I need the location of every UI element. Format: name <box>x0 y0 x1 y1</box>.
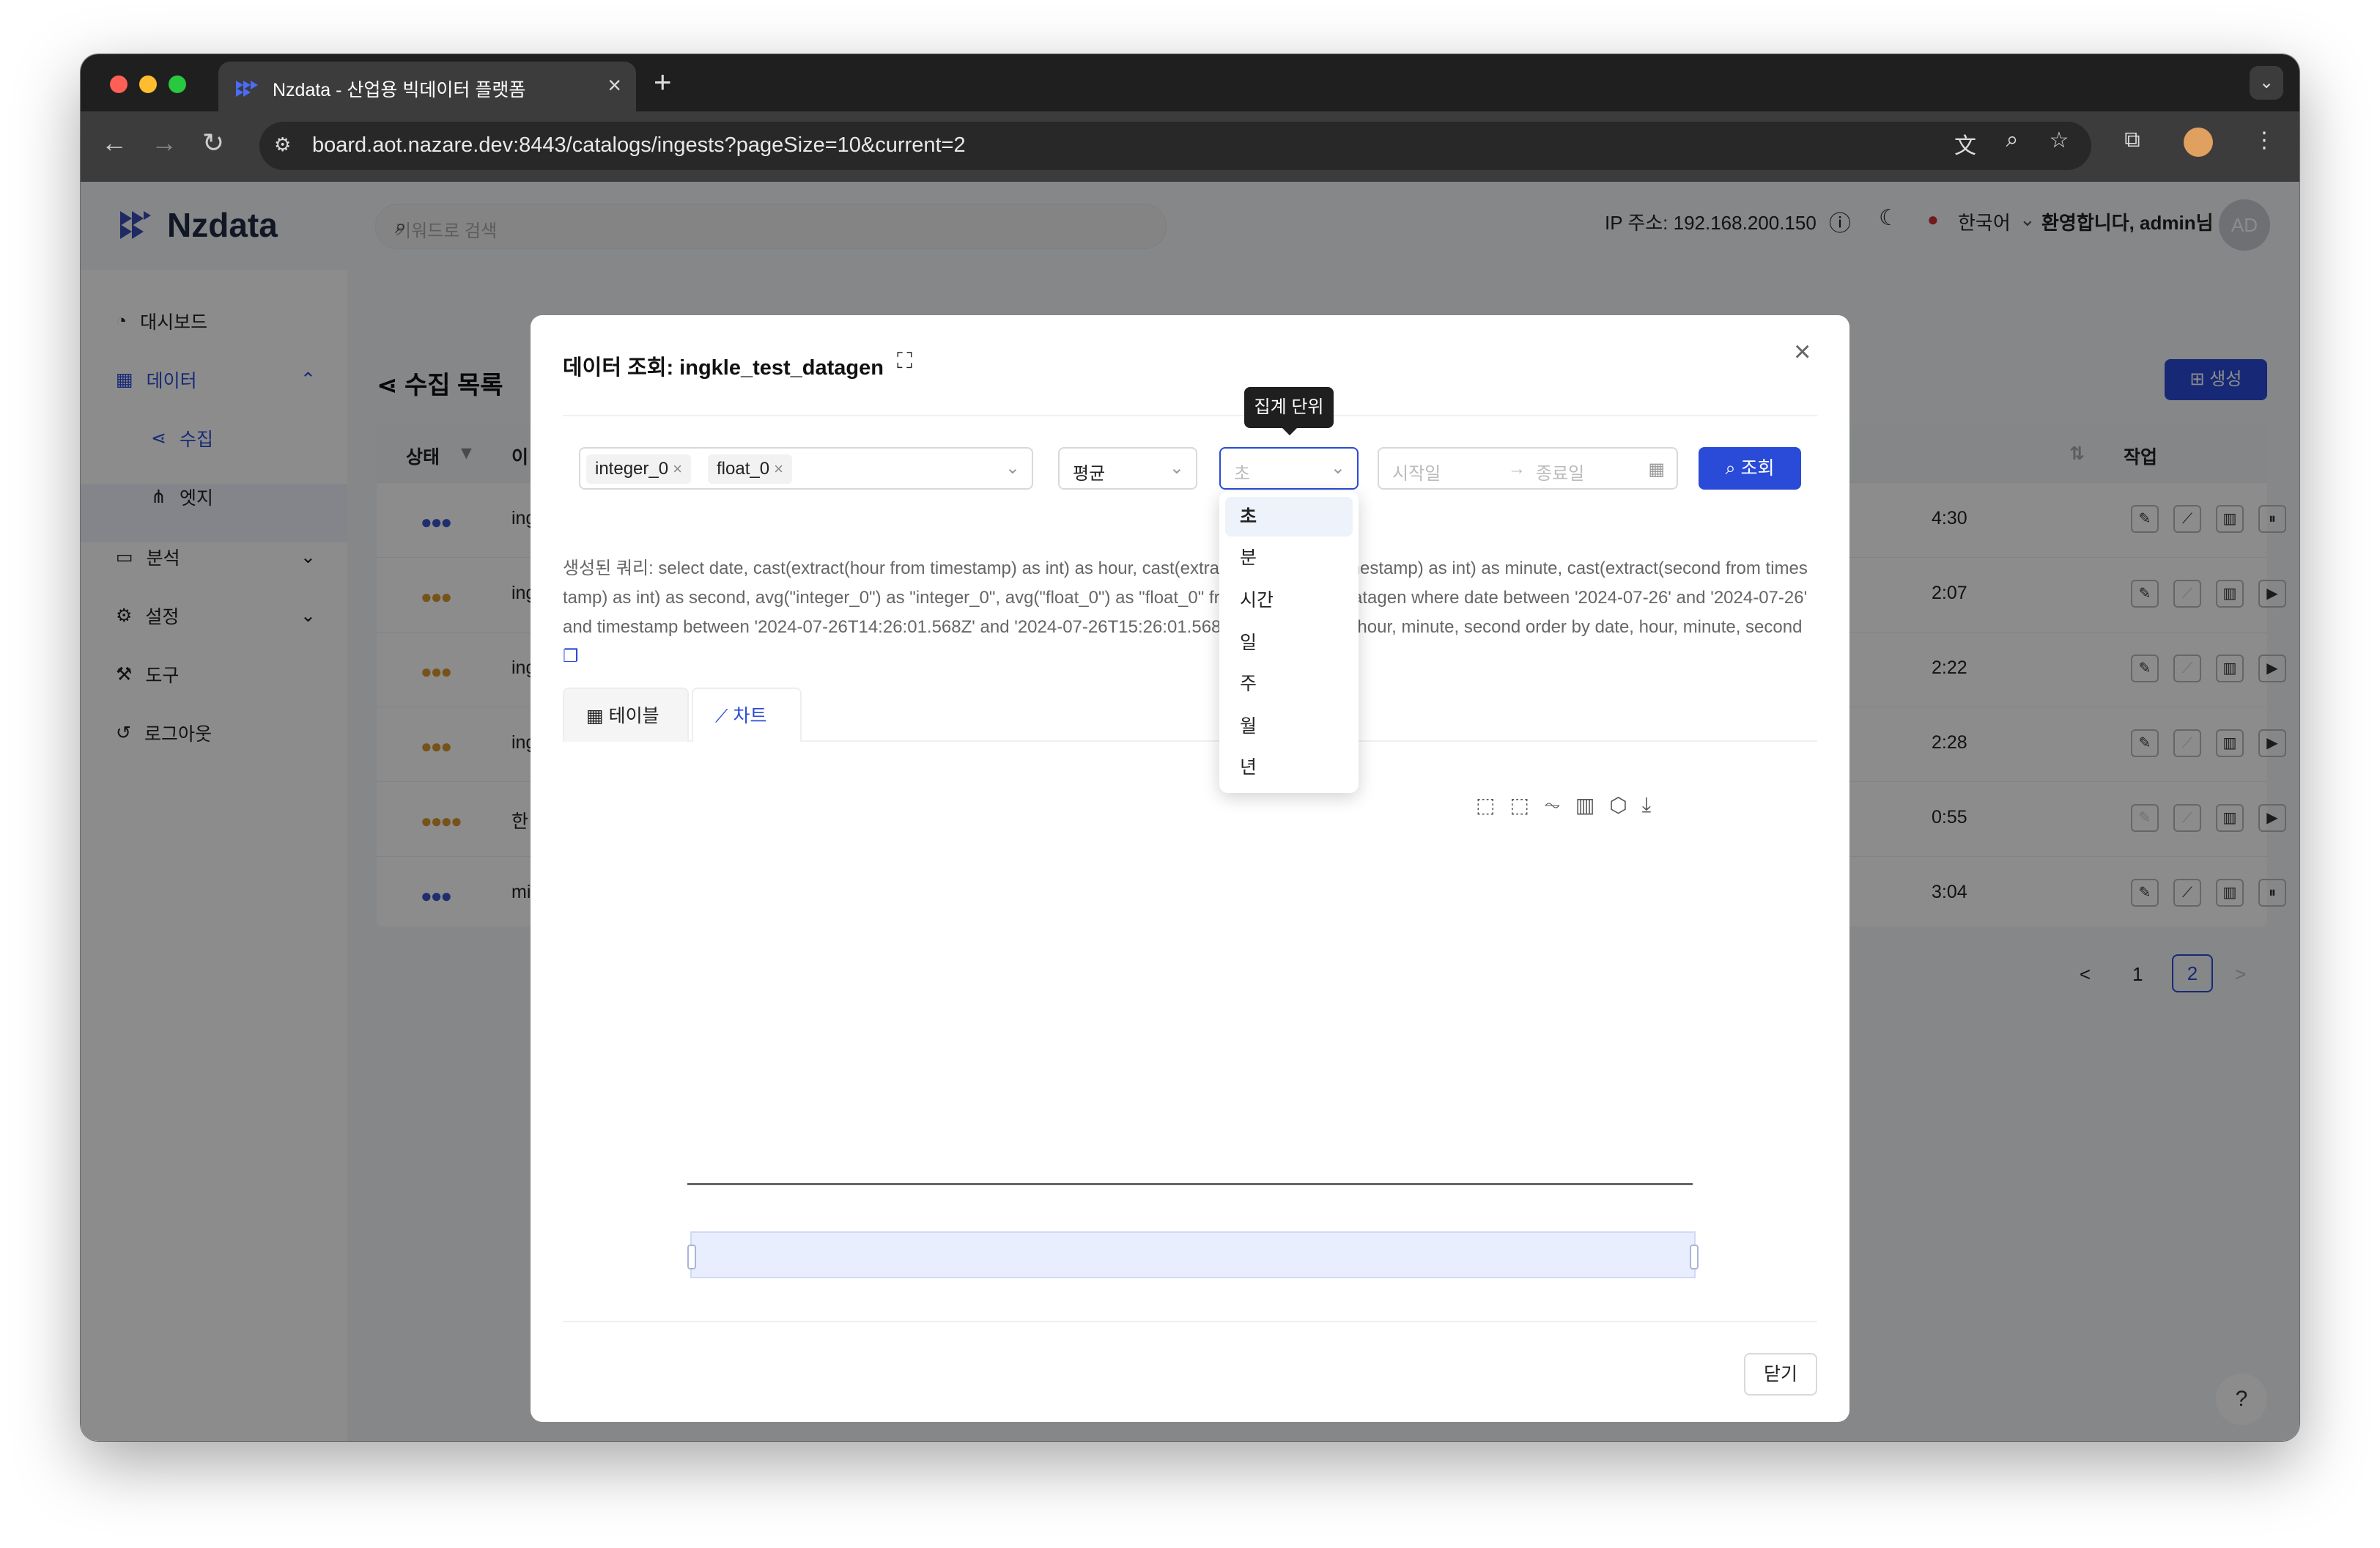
close-window-icon[interactable] <box>110 75 128 93</box>
unit-option[interactable]: 시간 <box>1225 580 1353 620</box>
date-range-picker[interactable]: 시작일 → 종료일 ▦ <box>1378 447 1678 490</box>
divider <box>563 415 1817 416</box>
remove-tag-icon[interactable]: × <box>774 460 783 478</box>
data-query-modal: 데이터 조회: ingkle_test_datagen ⛶ × integer_… <box>531 315 1849 1422</box>
bar-mode-icon[interactable]: ▥ <box>1575 793 1594 817</box>
new-tab-icon[interactable]: + <box>654 64 672 100</box>
end-date-input[interactable]: 종료일 <box>1536 459 1584 484</box>
profile-icon[interactable] <box>2184 128 2213 157</box>
forward-icon[interactable]: → <box>151 128 177 158</box>
stack-mode-icon[interactable]: ⬡ <box>1609 793 1627 817</box>
unit-placeholder: 초 <box>1234 464 1251 484</box>
tab-title: Nzdata - 산업용 빅데이터 플랫폼 <box>273 80 526 100</box>
translate-icon[interactable]: 文 <box>1951 128 1980 158</box>
aggregation-value: 평균 <box>1073 464 1106 484</box>
maximize-window-icon[interactable] <box>169 75 186 93</box>
sql-text: 생성된 쿼리: select date, cast(extract(hour f… <box>563 559 1808 637</box>
url-text: board.aot.nazare.dev:8443/catalogs/inges… <box>312 133 966 157</box>
field-tag: float_0 × <box>708 454 792 484</box>
view-tabs: ▦ 테이블 ⟋ 차트 <box>563 688 1817 742</box>
query-button-label: 조회 <box>1740 458 1775 479</box>
query-button[interactable]: ⌕ 조회 <box>1699 447 1801 490</box>
unit-option[interactable]: 분 <box>1225 538 1353 578</box>
unit-option[interactable]: 월 <box>1225 707 1353 746</box>
line-mode-icon[interactable]: ⏦ <box>1544 793 1561 817</box>
divider <box>563 1321 1817 1322</box>
start-date-input[interactable]: 시작일 <box>1392 459 1441 484</box>
tab-close-icon[interactable]: × <box>607 72 621 99</box>
tab-label: 차트 <box>733 706 767 726</box>
back-icon[interactable]: ← <box>101 128 128 158</box>
generated-sql: 생성된 쿼리: select date, cast(extract(hour f… <box>563 554 1808 671</box>
chart-icon: ⟋ <box>715 706 733 726</box>
unit-dropdown: 초 분 시간 일 주 월 년 <box>1219 491 1359 793</box>
field-select[interactable]: integer_0 × float_0 × ⌄ <box>579 447 1033 490</box>
tab-label: 테이블 <box>608 706 659 726</box>
tab-search-icon[interactable]: ⌄ <box>2250 66 2283 100</box>
aggregation-select[interactable]: 평균 ⌄ <box>1058 447 1197 490</box>
tab-chart[interactable]: ⟋ 차트 <box>692 688 802 742</box>
chevron-down-icon: ⌄ <box>1005 458 1020 478</box>
browser-tab[interactable]: Nzdata - 산업용 빅데이터 플랫폼 × <box>218 62 636 111</box>
chart-toolbox: ⬚ ⬚ ⏦ ▥ ⬡ ⤓ <box>1476 793 1651 817</box>
address-bar-row: ← → ↻ ⚙ board.aot.nazare.dev:8443/catalo… <box>81 111 2299 182</box>
chart-x-axis <box>687 1183 1693 1185</box>
close-icon[interactable]: × <box>1794 336 1811 369</box>
menu-icon[interactable]: ⋮ <box>2250 128 2279 157</box>
zoom-icon[interactable]: ⌕ <box>1998 128 2027 157</box>
minimize-window-icon[interactable] <box>139 75 157 93</box>
table-icon: ▦ <box>586 706 609 726</box>
site-info-icon[interactable]: ⚙ <box>274 133 299 158</box>
zoom-handle-right[interactable] <box>1690 1245 1699 1269</box>
unit-option[interactable]: 초 <box>1225 497 1353 537</box>
zoom-area-icon[interactable]: ⬚ <box>1476 793 1495 817</box>
unit-option[interactable]: 일 <box>1225 623 1353 663</box>
tab-bar: Nzdata - 산업용 빅데이터 플랫폼 × + ⌄ <box>81 54 2299 111</box>
data-zoom-slider[interactable] <box>687 1231 1699 1278</box>
fullscreen-icon[interactable]: ⛶ <box>897 349 912 374</box>
field-tag: integer_0 × <box>586 454 691 484</box>
nzdata-favicon-icon <box>236 81 258 97</box>
tab-table[interactable]: ▦ 테이블 <box>563 688 689 742</box>
download-icon[interactable]: ⤓ <box>1642 793 1651 817</box>
close-button[interactable]: 닫기 <box>1744 1353 1817 1396</box>
chevron-down-icon: ⌄ <box>1330 458 1345 478</box>
bookmark-icon[interactable]: ☆ <box>2044 128 2074 157</box>
arrow-right-icon: → <box>1508 459 1526 479</box>
field-tag-label: integer_0 <box>595 459 669 479</box>
chevron-down-icon: ⌄ <box>1169 458 1184 478</box>
zoom-handle-left[interactable] <box>687 1245 696 1269</box>
field-tag-label: float_0 <box>717 459 770 479</box>
extensions-icon[interactable]: ⧉ <box>2118 128 2147 157</box>
remove-tag-icon[interactable]: × <box>673 460 682 478</box>
url-bar[interactable]: ⚙ board.aot.nazare.dev:8443/catalogs/ing… <box>259 122 2091 170</box>
zoom-reset-icon[interactable]: ⬚ <box>1509 793 1529 817</box>
unit-option[interactable]: 년 <box>1225 748 1353 787</box>
calendar-icon: ▦ <box>1648 460 1665 479</box>
copy-icon[interactable]: ❐ <box>563 646 579 666</box>
unit-tooltip: 집계 단위 <box>1244 387 1334 435</box>
modal-title: 데이터 조회: ingkle_test_datagen <box>563 356 884 380</box>
reload-icon[interactable]: ↻ <box>202 128 224 158</box>
unit-option[interactable]: 주 <box>1225 664 1353 704</box>
unit-select[interactable]: 초 ⌄ <box>1219 447 1359 490</box>
